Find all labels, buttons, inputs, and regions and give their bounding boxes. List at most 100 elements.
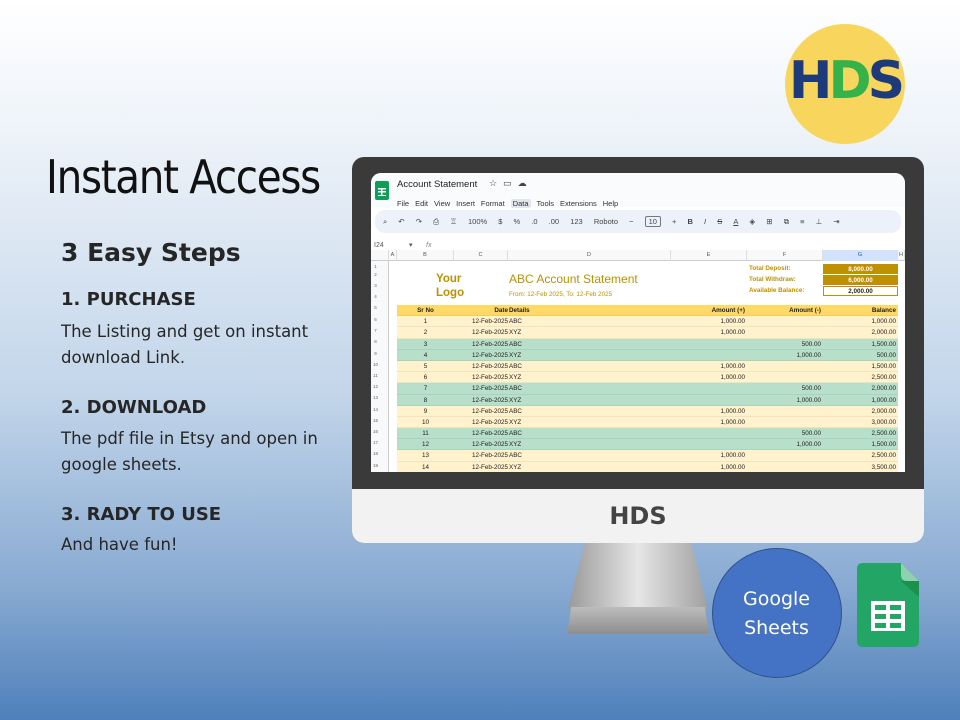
cell-sr-no[interactable]: 2 xyxy=(397,327,454,338)
cell-date[interactable]: 12-Feb-2025 xyxy=(454,383,508,394)
print-icon[interactable]: ⎙ xyxy=(433,210,439,233)
menu-extensions[interactable]: Extensions xyxy=(560,199,597,208)
total-withdraw-value[interactable]: 6,000.00 xyxy=(823,275,898,285)
select-all-corner[interactable] xyxy=(371,250,389,261)
decrease-decimal-button[interactable]: .0 xyxy=(531,210,537,233)
row-number[interactable]: 13 xyxy=(371,395,380,400)
cell-amount-in[interactable]: 1,000.00 xyxy=(671,450,745,461)
column-header[interactable]: C xyxy=(454,250,508,261)
column-header[interactable]: F xyxy=(747,250,823,261)
valign-icon[interactable]: ⊥ xyxy=(816,210,823,233)
menu-help[interactable]: Help xyxy=(603,199,618,208)
cell-date[interactable]: 12-Feb-2025 xyxy=(454,439,508,450)
row-number[interactable]: 2 xyxy=(371,272,380,277)
italic-button[interactable]: I xyxy=(704,210,706,233)
paint-format-icon[interactable]: ♖ xyxy=(450,210,457,233)
column-header[interactable]: D xyxy=(508,250,671,261)
row-number[interactable]: 3 xyxy=(371,283,380,288)
cell-balance[interactable]: 500.00 xyxy=(823,350,896,361)
percent-button[interactable]: % xyxy=(514,210,521,233)
cell-date[interactable]: 12-Feb-2025 xyxy=(454,428,508,439)
cell-details[interactable]: ABC xyxy=(509,406,669,417)
menu-format[interactable]: Format xyxy=(481,199,505,208)
cell-details[interactable]: XYZ xyxy=(509,417,669,428)
cell-details[interactable]: ABC xyxy=(509,450,669,461)
cell-amount-out[interactable]: 1,000.00 xyxy=(747,395,821,406)
cell-balance[interactable]: 1,000.00 xyxy=(823,395,896,406)
cell-sr-no[interactable]: 6 xyxy=(397,372,454,383)
cell-date[interactable]: 12-Feb-2025 xyxy=(454,361,508,372)
cell-date[interactable]: 12-Feb-2025 xyxy=(454,417,508,428)
cell-details[interactable]: XYZ xyxy=(509,462,669,472)
currency-button[interactable]: $ xyxy=(498,210,502,233)
header-date[interactable]: Date xyxy=(454,305,508,316)
wrap-icon[interactable]: ⇥ xyxy=(833,210,839,233)
cell-balance[interactable]: 3,000.00 xyxy=(823,417,896,428)
cell-date[interactable]: 12-Feb-2025 xyxy=(454,316,508,327)
total-deposit-value[interactable]: 8,000.00 xyxy=(823,264,898,274)
search-icon[interactable]: ⌕ xyxy=(383,210,387,233)
row-number[interactable]: 19 xyxy=(371,463,380,468)
cell-sr-no[interactable]: 13 xyxy=(397,450,454,461)
column-header[interactable]: E xyxy=(671,250,747,261)
undo-icon[interactable]: ↶ xyxy=(398,210,404,233)
cell-amount-in[interactable]: 1,000.00 xyxy=(671,417,745,428)
column-header[interactable]: A xyxy=(389,250,397,261)
cell-date[interactable]: 12-Feb-2025 xyxy=(454,372,508,383)
cell-date[interactable]: 12-Feb-2025 xyxy=(454,462,508,472)
cell-date[interactable]: 12-Feb-2025 xyxy=(454,327,508,338)
cell-balance[interactable]: 2,500.00 xyxy=(823,428,896,439)
zoom-select[interactable]: 100% xyxy=(468,210,487,233)
cell-details[interactable]: ABC xyxy=(509,361,669,372)
row-number[interactable]: 17 xyxy=(371,440,380,445)
cell-amount-in[interactable]: 1,000.00 xyxy=(671,372,745,383)
cell-amount-out[interactable]: 500.00 xyxy=(747,428,821,439)
cell-date[interactable]: 12-Feb-2025 xyxy=(454,339,508,350)
cell-balance[interactable]: 1,000.00 xyxy=(823,316,896,327)
sheet-grid[interactable]: A B C D E F G H 1 2 3 4 5 6 7 8 9 10 11 12 13 14 15 16 1… xyxy=(371,250,905,472)
cell-balance[interactable]: 2,000.00 xyxy=(823,406,896,417)
menu-file[interactable]: File xyxy=(397,199,409,208)
cell-sr-no[interactable]: 8 xyxy=(397,395,454,406)
google-sheets-icon[interactable] xyxy=(375,181,389,200)
cell-details[interactable]: XYZ xyxy=(509,439,669,450)
cell-details[interactable]: ABC xyxy=(509,428,669,439)
cell-amount-out[interactable]: 1,000.00 xyxy=(747,350,821,361)
row-number[interactable]: 18 xyxy=(371,451,380,456)
cell-sr-no[interactable]: 5 xyxy=(397,361,454,372)
font-size-increase[interactable]: + xyxy=(672,210,676,233)
cell-details[interactable]: XYZ xyxy=(509,372,669,383)
menu-edit[interactable]: Edit xyxy=(415,199,428,208)
header-amount-in[interactable]: Amount (+) xyxy=(671,305,745,316)
cloud-icon[interactable]: ☁ xyxy=(518,178,527,188)
font-select[interactable]: Roboto xyxy=(594,210,618,233)
row-number[interactable]: 15 xyxy=(371,418,380,423)
cell-sr-no[interactable]: 1 xyxy=(397,316,454,327)
cell-amount-in[interactable]: 1,000.00 xyxy=(671,316,745,327)
row-number[interactable]: 4 xyxy=(371,294,380,299)
bold-button[interactable]: B xyxy=(688,210,693,233)
cell-date[interactable]: 12-Feb-2025 xyxy=(454,395,508,406)
folder-move-icon[interactable]: ▭ xyxy=(503,178,512,188)
cell-sr-no[interactable]: 7 xyxy=(397,383,454,394)
cell-sr-no[interactable]: 11 xyxy=(397,428,454,439)
cell-details[interactable]: XYZ xyxy=(509,350,669,361)
cell-balance[interactable]: 2,500.00 xyxy=(823,372,896,383)
document-title[interactable]: Account Statement xyxy=(397,179,477,190)
cell-amount-in[interactable]: 1,000.00 xyxy=(671,406,745,417)
column-header[interactable]: B xyxy=(397,250,454,261)
cell-amount-in[interactable]: 1,000.00 xyxy=(671,462,745,472)
star-icon[interactable]: ☆ xyxy=(489,178,497,188)
row-number[interactable]: 14 xyxy=(371,407,380,412)
menu-insert[interactable]: Insert xyxy=(456,199,475,208)
available-balance-value[interactable]: 2,000.00 xyxy=(823,286,898,296)
cell-balance[interactable]: 3,500.00 xyxy=(823,462,896,472)
cell-amount-in[interactable]: 1,000.00 xyxy=(671,327,745,338)
cell-sr-no[interactable]: 10 xyxy=(397,417,454,428)
font-size-decrease[interactable]: − xyxy=(629,210,633,233)
strikethrough-button[interactable]: S xyxy=(717,210,722,233)
cell-amount-out[interactable]: 500.00 xyxy=(747,339,821,350)
row-number[interactable]: 9 xyxy=(371,351,380,356)
cell-balance[interactable]: 2,000.00 xyxy=(823,327,896,338)
menu-tools[interactable]: Tools xyxy=(537,199,555,208)
